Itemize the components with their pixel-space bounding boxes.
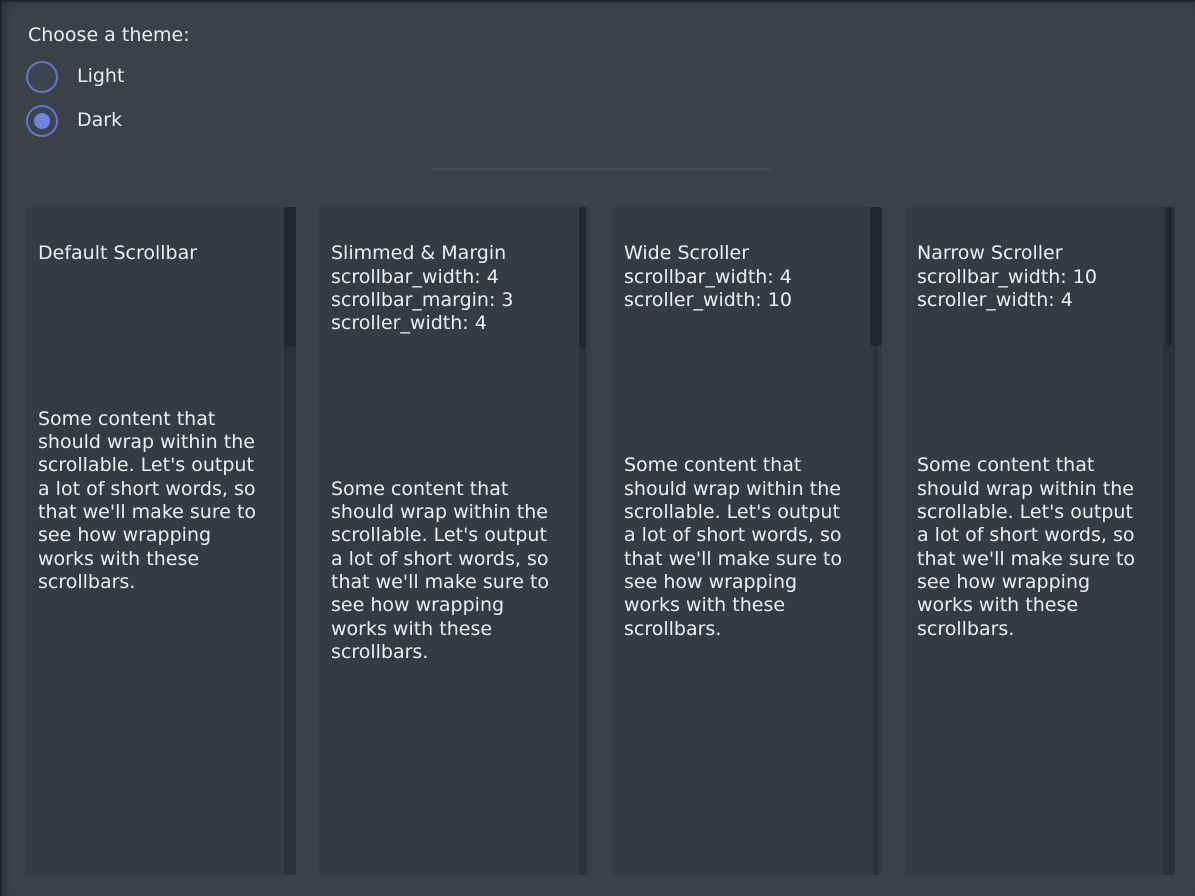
panel-content: Slimmed & Margin scrollbar_width: 4 scro…	[319, 207, 589, 699]
app-window: Choose a theme: Light Dark Default Scrol…	[0, 0, 1195, 896]
radio-button-icon[interactable]	[26, 61, 58, 93]
section-divider	[430, 168, 773, 171]
panel-body-text: Some content that should wrap within the…	[331, 478, 555, 664]
radio-dot-icon	[34, 113, 50, 129]
panel-title: Default Scrollbar	[38, 242, 262, 265]
theme-chooser-label: Choose a theme:	[28, 24, 190, 47]
panel-body-text: Some content that should wrap within the…	[624, 454, 848, 640]
panels-row: Default Scrollbar Some content that shou…	[26, 207, 1175, 875]
scroll-panel-default-scrollbar[interactable]: Default Scrollbar Some content that shou…	[26, 207, 296, 875]
panel-title: Wide Scroller scrollbar_width: 4 scrolle…	[624, 242, 848, 312]
scrollbar-thumb[interactable]	[870, 207, 882, 346]
scrollbar-thumb[interactable]	[1166, 207, 1172, 346]
panel-body-text: Some content that should wrap within the…	[917, 454, 1141, 640]
panel-title: Narrow Scroller scrollbar_width: 10 scro…	[917, 242, 1141, 312]
scrollbar-thumb[interactable]	[284, 207, 296, 347]
panel-content: Wide Scroller scrollbar_width: 4 scrolle…	[612, 207, 882, 676]
radio-label-light: Light	[77, 65, 124, 88]
radio-button-icon[interactable]	[26, 105, 58, 137]
scroll-panel-slimmed-margin[interactable]: Slimmed & Margin scrollbar_width: 4 scro…	[319, 207, 589, 875]
radio-option-dark[interactable]: Dark	[26, 105, 122, 137]
radio-option-light[interactable]: Light	[26, 61, 124, 93]
scroll-panel-narrow-scroller[interactable]: Narrow Scroller scrollbar_width: 10 scro…	[905, 207, 1175, 875]
scroll-panel-wide-scroller[interactable]: Wide Scroller scrollbar_width: 4 scrolle…	[612, 207, 882, 875]
radio-label-dark: Dark	[77, 109, 122, 132]
scrollbar-thumb[interactable]	[579, 207, 586, 348]
panel-body-text: Some content that should wrap within the…	[38, 408, 262, 594]
panel-content: Default Scrollbar Some content that shou…	[26, 207, 296, 630]
panel-title: Slimmed & Margin scrollbar_width: 4 scro…	[331, 242, 555, 335]
panel-content: Narrow Scroller scrollbar_width: 10 scro…	[905, 207, 1175, 676]
